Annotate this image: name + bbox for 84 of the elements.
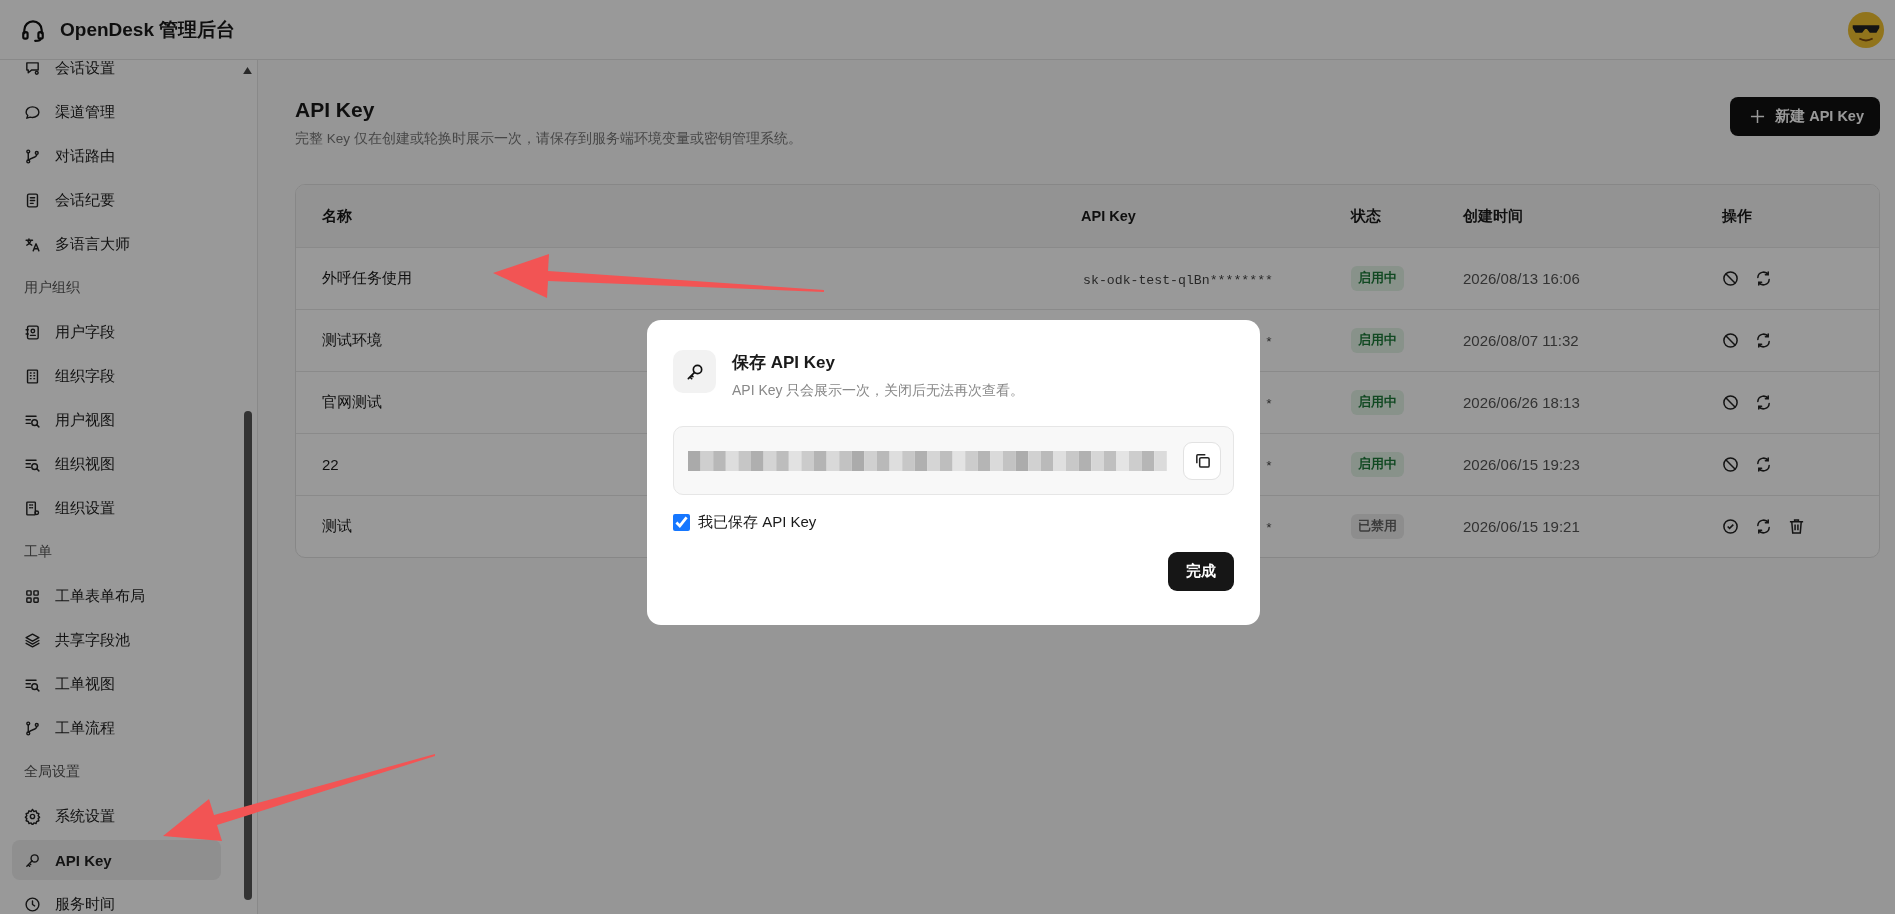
sidebar-item[interactable]: 组织设置 [12, 488, 221, 528]
sidebar-item[interactable]: 会话纪要 [12, 180, 221, 220]
sidebar-item[interactable]: 工单流程 [12, 708, 221, 748]
table-cell: 外呼任务使用 [322, 269, 412, 288]
column-header: 状态 [1351, 206, 1382, 226]
sidebar-group-label: 全局设置 [23, 762, 81, 781]
branch-icon [24, 147, 41, 165]
copy-button[interactable] [1183, 441, 1221, 480]
table-cell: 测试环境 [322, 331, 382, 350]
table-cell-text: 2026/08/07 11:32 [1463, 332, 1580, 349]
clock-icon [24, 895, 41, 913]
column-header: 名称 [322, 206, 353, 226]
refresh-icon[interactable] [1755, 456, 1772, 473]
status-badge: 启用中 [1351, 266, 1404, 291]
refresh-icon[interactable] [1755, 332, 1772, 349]
sidebar-item[interactable]: 会话设置 [12, 60, 221, 88]
page-title: API Key [295, 98, 376, 122]
column-header: API Key [1081, 208, 1137, 224]
building-icon [24, 367, 41, 385]
table-cell: 22 [322, 456, 339, 473]
status-badge: 启用中 [1351, 452, 1404, 477]
sidebar-group-label: 用户组织 [23, 278, 81, 297]
saved-checkbox[interactable] [673, 514, 690, 531]
table-cell: * [1265, 458, 1273, 474]
sidebar-item[interactable]: 用户视图 [12, 400, 221, 440]
table-cell: 官网测试 [322, 393, 382, 412]
table-cell: sk-odk-test-qlBn******** [1083, 272, 1273, 288]
dialog-description: API Key 只会展示一次，关闭后无法再次查看。 [732, 382, 1025, 400]
refresh-icon[interactable] [1755, 270, 1772, 287]
key-icon [24, 851, 41, 869]
page-description: 完整 Key 仅在创建或轮换时展示一次，请保存到服务端环境变量或密钥管理系统。 [295, 130, 802, 148]
table-cell-text: 2026/06/26 18:13 [1463, 394, 1581, 411]
table-cell-text: 2026/06/15 19:23 [1463, 456, 1581, 473]
disable-icon[interactable] [1722, 456, 1739, 473]
sidebar-item[interactable]: 组织视图 [12, 444, 221, 484]
disable-icon[interactable] [1722, 332, 1739, 349]
settings-icon [24, 807, 41, 825]
table-cell: * [1265, 396, 1273, 412]
sidebar-item[interactable]: 共享字段池 [12, 620, 221, 660]
refresh-icon[interactable] [1755, 518, 1772, 535]
table-cell: * [1265, 334, 1273, 350]
disable-icon[interactable] [1722, 270, 1739, 287]
check-circle-icon[interactable] [1722, 518, 1739, 535]
disable-icon[interactable] [1722, 394, 1739, 411]
sidebar-item[interactable]: 渠道管理 [12, 92, 221, 132]
column-header: 操作 [1722, 206, 1753, 226]
app-title: OpenDesk 管理后台 [60, 17, 236, 42]
new-api-key-button[interactable]: 新建 API Key [1730, 97, 1880, 136]
building-gear-icon [24, 499, 41, 517]
branch-icon [24, 719, 41, 737]
grid-icon [24, 587, 41, 605]
plus-icon [1750, 109, 1766, 124]
copy-icon [1193, 452, 1211, 469]
sidebar-item[interactable]: 工单视图 [12, 664, 221, 704]
layers-icon [24, 631, 41, 649]
sidebar-item[interactable]: 组织字段 [12, 356, 221, 396]
done-button[interactable]: 完成 [1168, 552, 1234, 591]
refresh-icon[interactable] [1755, 394, 1772, 411]
sidebar-item[interactable]: 工单表单布局 [12, 576, 221, 616]
dialog-title: 保存 API Key [732, 352, 836, 374]
document-icon [24, 191, 41, 209]
chat-bubble-icon [24, 103, 41, 121]
translate-icon [24, 235, 41, 253]
status-badge: 启用中 [1351, 390, 1404, 415]
sidebar-item[interactable]: 对话路由 [12, 136, 221, 176]
status-badge: 已禁用 [1351, 514, 1404, 539]
sidebar-group-label: 工单 [23, 542, 53, 561]
contact-card-icon [24, 323, 41, 341]
table-cell-text: 2026/06/15 19:21 [1463, 518, 1581, 535]
sidebar-item[interactable]: 服务时间 [12, 884, 221, 914]
sidebar-item[interactable]: 系统设置 [12, 796, 221, 836]
table-cell-text: 2026/08/13 16:06 [1463, 270, 1581, 287]
column-header: 创建时间 [1463, 206, 1524, 226]
trash-icon[interactable] [1788, 518, 1805, 535]
table-cell: * [1265, 520, 1273, 536]
sidebar-item[interactable]: API Key [12, 840, 221, 880]
checkbox-label: 我已保存 API Key [698, 513, 817, 532]
table-cell: 测试 [322, 517, 352, 536]
sidebar-item[interactable]: 多语言大师 [12, 224, 221, 264]
status-badge: 启用中 [1351, 328, 1404, 353]
avatar-icon[interactable] [1847, 10, 1885, 49]
chat-gear-icon [24, 60, 41, 77]
sidebar-item[interactable]: 用户字段 [12, 312, 221, 352]
scroll-up-icon[interactable] [243, 67, 252, 74]
